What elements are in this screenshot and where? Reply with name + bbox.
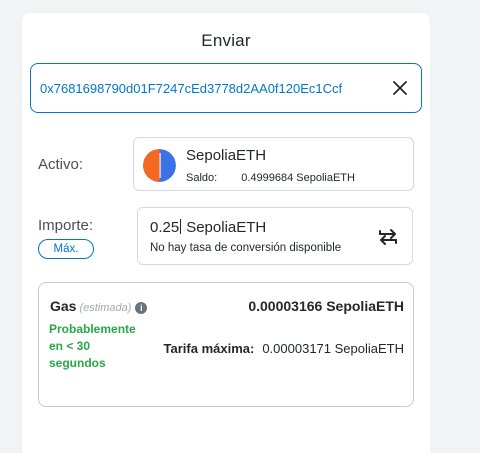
- asset-balance: Saldo: 0.4999684 SepoliaETH: [186, 172, 355, 184]
- max-fee-value: 0.00003171 SepoliaETH: [262, 341, 404, 356]
- sepolia-token-icon: [143, 149, 176, 182]
- amount-input-box[interactable]: 0.25 SepoliaETH No hay tasa de conversión…: [137, 207, 413, 265]
- gas-time-estimate: Probablemente en < 30 segundos: [49, 322, 136, 370]
- gas-fee-panel: Gas (estimada) i 0.00003166 SepoliaETH Pro…: [38, 282, 414, 407]
- max-button[interactable]: Máx.: [38, 239, 94, 259]
- amount-value[interactable]: 0.25: [150, 219, 179, 236]
- close-icon[interactable]: [389, 77, 411, 99]
- info-icon[interactable]: i: [135, 302, 148, 314]
- recipient-address[interactable]: 0x7681698790d01F7247cEd3778d2AA0f120Ec1C…: [40, 81, 389, 96]
- gas-max-fee: Tarifa máxima: 0.00003171 SepoliaETH: [164, 341, 404, 356]
- amount-unit: SepoliaETH: [186, 219, 267, 236]
- amount-label: Importe:: [38, 217, 94, 234]
- text-caret: [180, 219, 182, 234]
- swap-arrows-icon[interactable]: [376, 226, 400, 248]
- balance-label: Saldo:: [186, 172, 218, 184]
- max-fee-label: Tarifa máxima:: [163, 341, 255, 356]
- asset-label: Activo:: [38, 156, 84, 173]
- gas-amount: 0.00003166 SepoliaETH: [248, 298, 404, 314]
- recipient-address-field[interactable]: 0x7681698790d01F7247cEd3778d2AA0f120Ec1C…: [30, 63, 422, 113]
- balance-value: 0.4999684 SepoliaETH: [241, 172, 355, 184]
- asset-name: SepoliaETH: [186, 147, 267, 164]
- gas-estimated-label: (estimada): [79, 302, 132, 314]
- amount-input[interactable]: 0.25 SepoliaETH: [150, 219, 266, 236]
- send-panel: Enviar 0x7681698790d01F7247cEd3778d2AA0f…: [22, 13, 430, 453]
- asset-selector[interactable]: SepoliaETH Saldo: 0.4999684 SepoliaETH: [133, 137, 414, 191]
- page-title: Enviar: [201, 31, 251, 50]
- gas-label: Gas: [50, 298, 77, 314]
- conversion-text: No hay tasa de conversión disponible: [150, 242, 342, 254]
- gas-heading: Gas (estimada) i: [50, 298, 148, 314]
